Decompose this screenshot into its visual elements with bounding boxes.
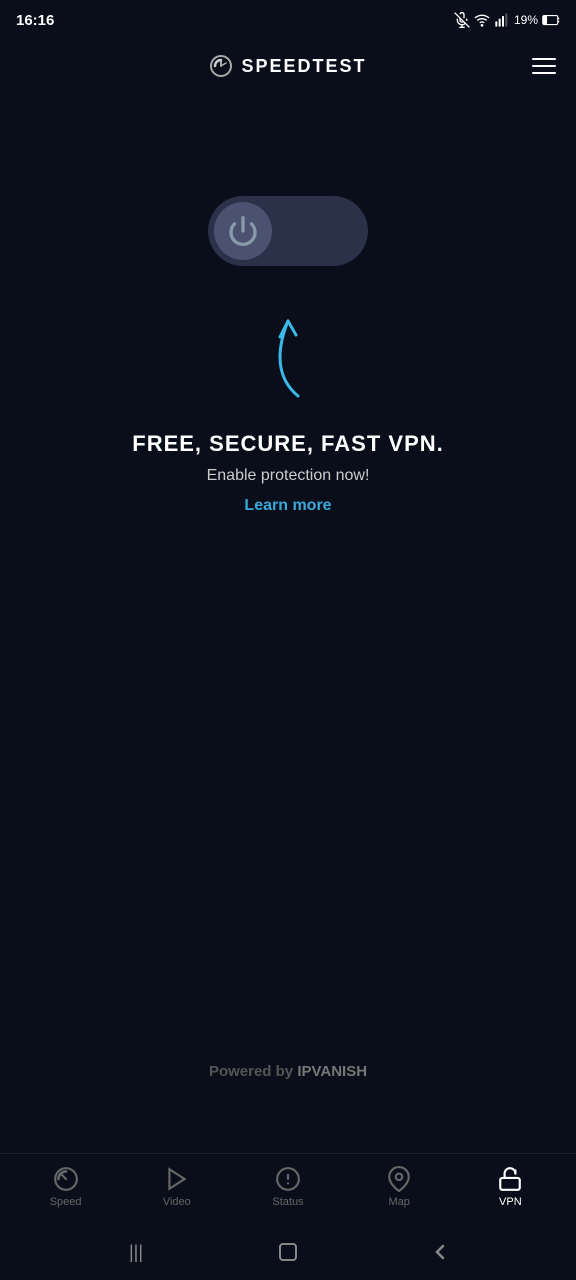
speedtest-logo-icon	[209, 54, 233, 78]
signal-icon	[494, 12, 510, 28]
powered-by-brand: IPVANISH	[297, 1063, 367, 1080]
status-time: 16:16	[16, 12, 54, 29]
hamburger-line-2	[532, 65, 556, 67]
back-icon	[428, 1240, 452, 1264]
status-bar: 16:16 19%	[0, 0, 576, 36]
hamburger-line-3	[532, 72, 556, 74]
app-header: SPEEDTEST	[0, 36, 576, 96]
nav-item-video[interactable]: Video	[147, 1166, 207, 1208]
arrow-indicator	[248, 301, 328, 401]
back-button[interactable]	[420, 1232, 460, 1272]
app-title: SPEEDTEST	[241, 56, 366, 77]
nav-item-speed[interactable]: Speed	[36, 1166, 96, 1208]
map-nav-icon	[386, 1166, 412, 1192]
battery-icon	[542, 14, 560, 26]
speed-nav-label: Speed	[50, 1196, 82, 1208]
powered-by-prefix: Powered by	[209, 1063, 297, 1080]
vpn-toggle[interactable]	[208, 196, 368, 266]
toggle-container	[208, 196, 368, 271]
map-nav-label: Map	[388, 1196, 409, 1208]
battery-indicator: 19%	[514, 13, 538, 27]
recent-apps-button[interactable]: |||	[116, 1232, 156, 1272]
curved-arrow-svg	[248, 301, 328, 401]
vpn-info: FREE, SECURE, FAST VPN. Enable protectio…	[132, 431, 444, 515]
status-nav-label: Status	[272, 1196, 303, 1208]
vpn-subtitle: Enable protection now!	[132, 467, 444, 485]
vpn-nav-label: VPN	[499, 1196, 522, 1208]
mute-icon	[454, 12, 470, 28]
home-button[interactable]	[268, 1232, 308, 1272]
status-icons: 19%	[454, 12, 560, 28]
toggle-knob	[214, 202, 272, 260]
powered-by: Powered by IPVANISH	[209, 1063, 367, 1080]
system-nav: |||	[0, 1224, 576, 1280]
status-nav-icon	[275, 1166, 301, 1192]
video-nav-label: Video	[163, 1196, 191, 1208]
hamburger-line-1	[532, 58, 556, 60]
home-icon	[276, 1240, 300, 1264]
video-nav-icon	[164, 1166, 190, 1192]
power-icon	[227, 215, 259, 247]
speed-nav-icon	[53, 1166, 79, 1192]
app-logo: SPEEDTEST	[209, 54, 366, 78]
nav-item-status[interactable]: Status	[258, 1166, 318, 1208]
learn-more-link[interactable]: Learn more	[244, 497, 331, 514]
main-content: FREE, SECURE, FAST VPN. Enable protectio…	[0, 176, 576, 535]
nav-item-vpn[interactable]: VPN	[480, 1166, 540, 1208]
wifi-icon	[474, 12, 490, 28]
vpn-headline: FREE, SECURE, FAST VPN.	[132, 431, 444, 457]
nav-item-map[interactable]: Map	[369, 1166, 429, 1208]
menu-button[interactable]	[532, 58, 556, 74]
vpn-nav-icon	[497, 1166, 523, 1192]
bottom-nav: Speed Video Status Map	[0, 1153, 576, 1220]
